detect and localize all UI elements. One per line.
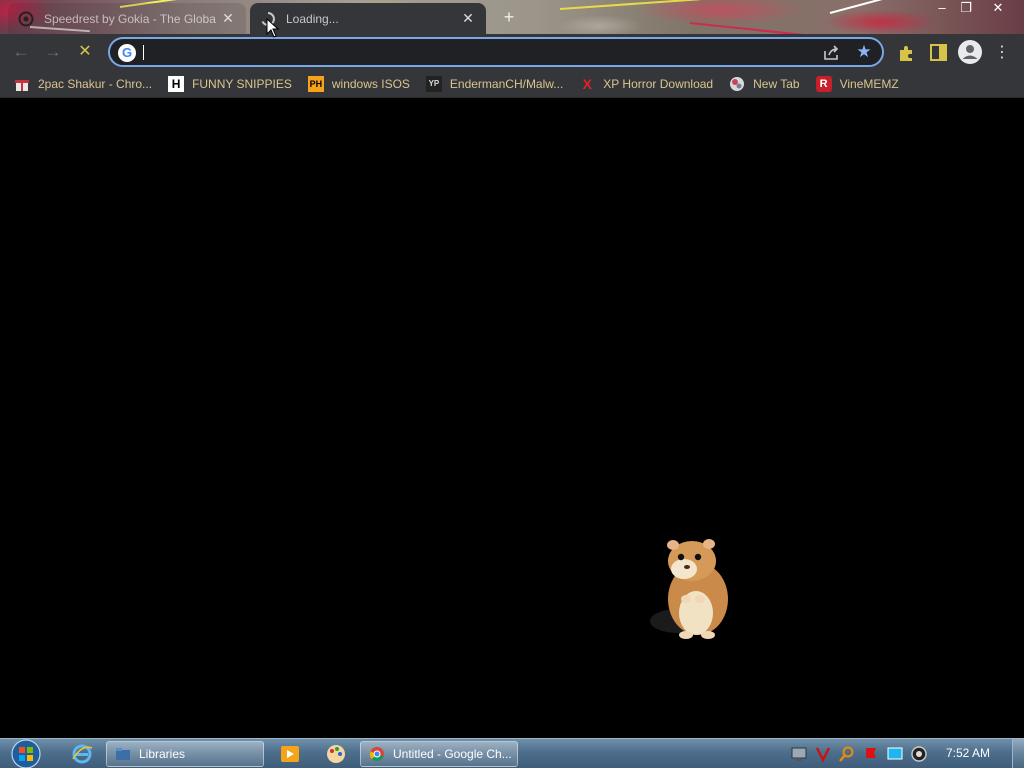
- media-player-icon[interactable]: [278, 742, 302, 766]
- search-icon[interactable]: [838, 745, 856, 763]
- bookmark-item[interactable]: 2pac Shakur - Chro...: [14, 76, 152, 92]
- network-icon[interactable]: [790, 745, 808, 763]
- ph-icon: PH: [307, 75, 324, 92]
- bookmark-item[interactable]: New Tab: [729, 76, 800, 92]
- internet-explorer-icon[interactable]: [70, 742, 94, 766]
- share-icon[interactable]: [822, 43, 842, 63]
- wallpaper-scribble: [559, 0, 700, 10]
- page-content: [0, 99, 1024, 738]
- google-icon: G: [118, 44, 136, 62]
- mouse-cursor-icon: [266, 18, 280, 38]
- back-arrow-icon[interactable]: ←: [8, 40, 34, 64]
- extensions-puzzle-icon[interactable]: [896, 42, 918, 64]
- url-input[interactable]: [142, 42, 812, 62]
- bookmark-item[interactable]: YP EndermanCH/Malw...: [425, 75, 563, 92]
- tab-active[interactable]: Loading... ✕: [250, 3, 486, 34]
- close-window-icon[interactable]: ✕: [984, 0, 1012, 18]
- paint-app-icon[interactable]: [324, 742, 348, 766]
- volume-icon[interactable]: [910, 745, 928, 763]
- v-app-icon[interactable]: [814, 745, 832, 763]
- tab-title: Speedrest by Gokia - The Globa: [44, 11, 216, 26]
- bookmark-item[interactable]: X XP Horror Download: [579, 75, 714, 92]
- stop-loading-icon[interactable]: ✕: [72, 40, 98, 64]
- red-x-icon: X: [582, 75, 592, 92]
- windows-taskbar: Libraries Untitled - Google Ch... 7:52 A…: [0, 738, 1024, 768]
- bookmarks-bar: 2pac Shakur - Chro... H FUNNY SNIPPIES P…: [0, 70, 1024, 98]
- hamster-image: [650, 539, 728, 639]
- show-desktop-button[interactable]: [1012, 739, 1024, 768]
- wallpaper-scribble: [829, 0, 908, 14]
- gift-icon: [15, 79, 29, 91]
- more-options-icon[interactable]: ⋮: [994, 42, 1010, 64]
- flag-icon[interactable]: [862, 745, 880, 763]
- tab-strip: Speedrest by Gokia - The Globa ✕ Loading…: [0, 0, 1024, 34]
- taskbar-item-chrome[interactable]: Untitled - Google Ch...: [360, 741, 518, 767]
- text-caret: [143, 45, 144, 60]
- bookmark-item[interactable]: PH windows ISOS: [307, 75, 410, 92]
- taskbar-item-libraries[interactable]: Libraries: [106, 741, 264, 767]
- r-icon: R: [815, 75, 832, 92]
- start-orb-icon[interactable]: [8, 739, 44, 768]
- globe-favicon-icon: [18, 11, 34, 26]
- monitor-icon[interactable]: [886, 745, 904, 763]
- side-panel-icon[interactable]: [928, 42, 950, 64]
- maximize-icon[interactable]: ❐: [952, 0, 980, 18]
- new-tab-button[interactable]: +: [498, 6, 520, 28]
- tab-close-icon[interactable]: ✕: [220, 10, 236, 27]
- bookmark-item[interactable]: H FUNNY SNIPPIES: [168, 75, 292, 92]
- folder-icon: [116, 748, 130, 760]
- bookmark-item[interactable]: R VineMEMZ: [815, 75, 899, 92]
- system-tray: [790, 743, 934, 765]
- chrome-icon: [369, 747, 384, 762]
- yp-icon: YP: [425, 75, 442, 92]
- address-bar[interactable]: G ★: [108, 37, 884, 67]
- tab-title: Loading...: [286, 11, 339, 26]
- profile-avatar-icon[interactable]: [958, 40, 982, 64]
- taskbar-clock[interactable]: 7:52 AM: [946, 746, 990, 760]
- globe-icon: [730, 76, 745, 91]
- forward-arrow-icon[interactable]: →: [40, 40, 66, 64]
- browser-toolbar: ← → ✕ G ★ ⋮: [0, 34, 1024, 70]
- wallpaper-scribble: [689, 22, 810, 34]
- bookmark-star-icon[interactable]: ★: [854, 42, 874, 62]
- h-letter-icon: H: [168, 75, 185, 92]
- tab-close-icon[interactable]: ✕: [460, 10, 476, 27]
- tab-inactive[interactable]: Speedrest by Gokia - The Globa ✕: [8, 3, 246, 34]
